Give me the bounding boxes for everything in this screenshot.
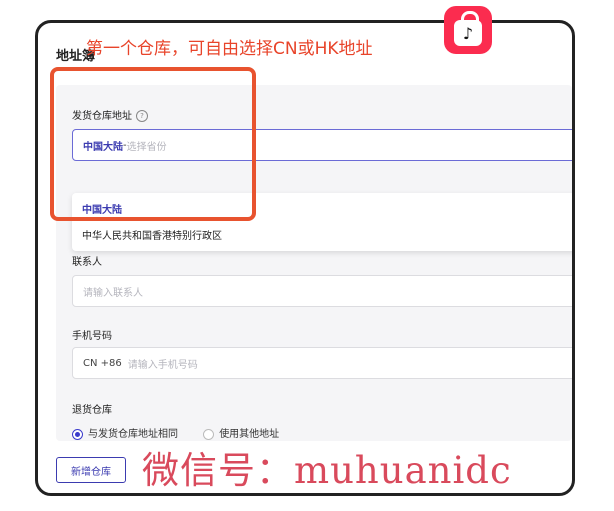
phone-input[interactable]: CN +86 请输入手机号码 — [72, 347, 572, 379]
country-code[interactable]: CN +86 — [83, 358, 122, 369]
highlight-box — [50, 67, 256, 221]
radio-same-address-label: 与发货仓库地址相同 — [88, 429, 178, 440]
return-warehouse-options: 与发货仓库地址相同 使用其他地址 — [72, 425, 279, 440]
radio-other-address[interactable]: 使用其他地址 — [203, 428, 280, 440]
add-warehouse-button[interactable]: 新增仓库 — [56, 457, 126, 483]
annotation-caption: 第一个仓库，可自由选择CN或HK地址 — [86, 39, 373, 59]
radio-checked-icon — [72, 428, 83, 440]
region-option-hong-kong[interactable]: 中华人民共和国香港特别行政区 — [82, 227, 222, 242]
contact-input[interactable]: 请输入联系人 — [72, 275, 572, 307]
phone-label: 手机号码 — [72, 331, 112, 342]
shopping-bag-icon: ♪ — [454, 11, 482, 46]
phone-placeholder: 请输入手机号码 — [127, 359, 198, 371]
tiktok-note-icon: ♪ — [462, 23, 474, 43]
tiktok-shop-logo: ♪ — [444, 6, 492, 54]
radio-same-address[interactable]: 与发货仓库地址相同 — [72, 428, 178, 440]
watermark-text: 微信号：muhuanidc — [142, 449, 512, 492]
contact-placeholder: 请输入联系人 — [83, 287, 143, 299]
return-warehouse-label: 退货仓库 — [72, 405, 112, 416]
radio-other-address-label: 使用其他地址 — [219, 429, 280, 440]
contact-label: 联系人 — [72, 257, 102, 268]
radio-unchecked-icon — [203, 428, 215, 440]
